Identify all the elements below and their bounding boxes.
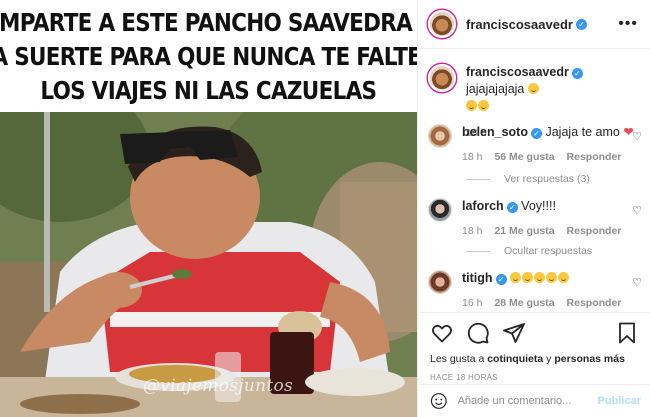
action-icons: [430, 321, 639, 345]
comment-like-heart-icon[interactable]: ♡: [631, 276, 643, 289]
comment-icon[interactable]: [466, 321, 490, 345]
post-actions: Les gusta a cotinquieta y personas más H…: [418, 312, 650, 382]
laughing-emoji-icon: [522, 272, 534, 283]
commenter-avatar[interactable]: [428, 270, 452, 294]
commenter-avatar[interactable]: [428, 198, 452, 222]
caption-text: jajajajajaja: [466, 82, 525, 96]
laughing-emoji-icon: [510, 272, 522, 283]
heart-icon[interactable]: [430, 321, 454, 345]
comment-likes[interactable]: 21 Me gusta: [494, 223, 554, 240]
comment-time[interactable]: 18 h: [462, 223, 482, 240]
post-header: franciscosaavedr ✓ •••: [418, 0, 650, 49]
meme-line-1: COMPARTE A ESTE PANCHO SAAVEDRA DE: [0, 8, 417, 37]
comment-row: titigh ✓ 16 h 28 Me gusta Responder ♡: [428, 270, 643, 312]
comment-meta: 18 h 21 Me gusta Responder: [462, 223, 643, 240]
comment-username[interactable]: laforch: [462, 199, 504, 213]
hide-replies-toggle[interactable]: Ocultar respuestas: [466, 245, 592, 257]
verified-badge-icon: ✓: [495, 274, 507, 285]
comment-meta: 18 h 56 Me gusta Responder: [462, 149, 643, 166]
add-comment-bar: Publicar: [418, 384, 650, 417]
comment-likes[interactable]: 56 Me gusta: [494, 149, 554, 166]
hide-replies-label: Ocultar respuestas: [504, 245, 593, 257]
comment-row: belen_soto ✓ Jajaja te amo ❤ 18 h 56 Me g…: [428, 124, 643, 166]
reply-button[interactable]: Responder: [567, 223, 622, 240]
share-icon[interactable]: [502, 321, 526, 345]
more-options-icon[interactable]: •••: [618, 15, 638, 33]
comment-text: Voy!!!!: [521, 199, 556, 213]
verified-badge-icon: ✓: [571, 68, 583, 79]
bookmark-icon[interactable]: [615, 321, 639, 345]
comment-username[interactable]: belen_soto: [462, 125, 528, 139]
comment-like-heart-icon[interactable]: ♡: [631, 204, 643, 217]
meme-line-3: LOS VIAJES NI LAS CAZUELAS: [40, 76, 378, 105]
commenter-avatar[interactable]: [428, 124, 452, 148]
reply-button[interactable]: Responder: [567, 149, 622, 166]
meme-caption: COMPARTE A ESTE PANCHO SAAVEDRA DE LA SU…: [0, 0, 417, 112]
verified-badge-icon: ✓: [575, 18, 587, 30]
watermark: @viajemosjuntos: [143, 376, 294, 396]
comment-time[interactable]: 18 h: [462, 149, 482, 166]
laughing-emoji-icon: [466, 100, 477, 111]
post-panel: franciscosaavedr ✓ ••• franciscosaavedr ✓…: [417, 0, 650, 417]
comment-time[interactable]: 16 h: [462, 295, 482, 312]
view-replies-label: Ver respuestas (3): [504, 173, 590, 185]
photo-illustration: [0, 112, 417, 417]
reply-button[interactable]: Responder: [567, 295, 622, 312]
verified-badge-icon: ✓: [531, 128, 542, 139]
laughing-emoji-icon: [534, 272, 546, 283]
comment-row: laforch ✓ Voy!!!! 18 h 21 Me gusta Respon…: [428, 198, 643, 240]
comment-body: laforch ✓ Voy!!!! 18 h 21 Me gusta Respon…: [462, 198, 643, 240]
author-avatar[interactable]: [428, 10, 456, 38]
comment-body: titigh ✓ 16 h 28 Me gusta Responder: [462, 270, 643, 312]
comment-body: belen_soto ✓ Jajaja te amo ❤ 18 h 56 Me g…: [462, 124, 643, 166]
meme-line-2: LA SUERTE PARA QUE NUNCA TE FALTEN: [0, 42, 417, 71]
comment-text: Jajaja te amo: [545, 125, 620, 139]
comment-likes[interactable]: 28 Me gusta: [494, 295, 554, 312]
emoji-icon[interactable]: [430, 392, 448, 410]
comment-username[interactable]: titigh: [462, 271, 493, 285]
post-media[interactable]: COMPARTE A ESTE PANCHO SAAVEDRA DE LA SU…: [0, 0, 417, 417]
laughing-emoji-icon: [558, 272, 570, 283]
post-date[interactable]: HACE 18 HORAS: [430, 373, 639, 382]
view-replies-toggle[interactable]: Ver respuestas (3): [466, 173, 590, 185]
publish-button[interactable]: Publicar: [598, 395, 641, 407]
likes-summary: Les gusta a cotinquieta y personas más: [430, 353, 639, 365]
comments-list[interactable]: franciscosaavedr ✓ jajajajajaja 18 h bele…: [418, 50, 650, 312]
caption-username[interactable]: franciscosaavedr: [466, 65, 569, 79]
laughing-emoji-icon: [478, 100, 489, 111]
comment-meta: 16 h 28 Me gusta Responder: [462, 295, 643, 312]
laughing-emoji-icon: [527, 83, 539, 94]
caption-avatar[interactable]: [428, 64, 456, 92]
liked-by-user[interactable]: cotinquieta: [487, 353, 543, 365]
laughing-emoji-icon: [546, 272, 558, 283]
author-username[interactable]: franciscosaavedr: [466, 17, 573, 32]
likes-others-link[interactable]: personas más: [554, 353, 625, 365]
likes-prefix: Les gusta a: [430, 353, 485, 365]
post-photo: [0, 112, 417, 417]
likes-suffix: y: [546, 353, 552, 365]
verified-badge-icon: ✓: [506, 202, 518, 213]
comment-input[interactable]: [457, 395, 598, 407]
comment-like-heart-icon[interactable]: ♡: [631, 130, 643, 143]
